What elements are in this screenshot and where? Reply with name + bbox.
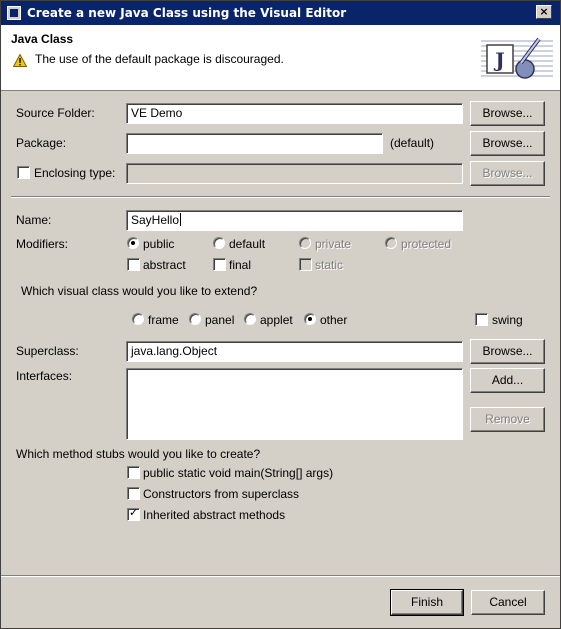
text-caret	[180, 213, 182, 226]
stub-constructors-label: Constructors from superclass	[143, 487, 300, 501]
warning-icon	[13, 54, 27, 67]
method-stubs-question: Which method stubs would you like to cre…	[16, 447, 261, 461]
modifier-default-radio[interactable]	[213, 237, 225, 249]
modifier-abstract-checkbox[interactable]	[127, 258, 140, 271]
radio-selected-dot	[131, 241, 135, 245]
visual-applet-radio[interactable]	[244, 313, 256, 325]
banner-title: Java Class	[11, 32, 74, 46]
cancel-button[interactable]: Cancel	[471, 590, 545, 615]
footer-separator	[1, 575, 560, 577]
source-folder-browse-button[interactable]: Browse...	[470, 101, 545, 126]
interfaces-list[interactable]	[126, 368, 463, 440]
modifier-default-label: default	[229, 237, 266, 251]
modifier-public-radio[interactable]	[127, 237, 139, 249]
visual-other-radio[interactable]	[304, 313, 316, 325]
source-folder-input[interactable]: VE Demo	[126, 103, 463, 124]
modifier-public-label: public	[143, 237, 175, 251]
interfaces-remove-button: Remove	[470, 407, 545, 432]
close-button[interactable]: ×	[536, 5, 552, 19]
wizard-icon-letter: J	[493, 48, 504, 72]
visual-class-question: Which visual class would you like to ext…	[21, 284, 258, 298]
stub-main-checkbox[interactable]	[127, 466, 140, 479]
visual-other-label: other	[320, 313, 348, 327]
visual-panel-radio[interactable]	[189, 313, 201, 325]
package-browse-button[interactable]: Browse...	[470, 131, 545, 156]
name-label: Name:	[16, 213, 52, 227]
visual-frame-radio[interactable]	[132, 313, 144, 325]
radio-selected-dot	[308, 317, 312, 321]
swing-label: swing	[492, 313, 523, 327]
modifier-private-radio	[299, 237, 311, 249]
superclass-label: Superclass:	[16, 344, 79, 358]
finish-button[interactable]: Finish	[390, 589, 464, 616]
modifier-protected-label: protected	[401, 237, 452, 251]
superclass-browse-button[interactable]: Browse...	[470, 339, 545, 364]
modifier-protected-radio	[385, 237, 397, 249]
modifier-static-checkbox	[299, 258, 312, 271]
checkmark-icon: ✓	[129, 507, 139, 519]
window-title: Create a new Java Class using the Visual…	[27, 6, 347, 20]
banner-message: The use of the default package is discou…	[35, 52, 284, 66]
modifier-abstract-label: abstract	[143, 258, 186, 272]
window-app-icon	[7, 6, 21, 20]
interfaces-label: Interfaces:	[16, 369, 73, 383]
modifiers-label: Modifiers:	[16, 237, 69, 251]
enclosing-type-label: Enclosing type:	[34, 166, 116, 180]
name-input-value: SayHello	[131, 213, 180, 227]
modifier-private-label: private	[315, 237, 352, 251]
superclass-input[interactable]: java.lang.Object	[126, 341, 463, 362]
java-class-wizard-icon: J	[481, 37, 553, 79]
package-label: Package:	[16, 136, 67, 150]
swing-checkbox[interactable]	[475, 313, 488, 326]
enclosing-type-input	[126, 163, 463, 184]
modifier-final-checkbox[interactable]	[213, 258, 226, 271]
separator	[11, 196, 550, 198]
name-input[interactable]: SayHello	[126, 210, 463, 231]
stub-main-label: public static void main(String[] args)	[143, 466, 334, 480]
visual-frame-label: frame	[148, 313, 179, 327]
stub-inherited-abstract-label: Inherited abstract methods	[143, 508, 286, 522]
package-input[interactable]	[126, 133, 383, 154]
stub-constructors-checkbox[interactable]	[127, 487, 140, 500]
modifier-final-label: final	[229, 258, 252, 272]
modifier-static-label: static	[315, 258, 344, 272]
stub-inherited-abstract-checkbox[interactable]: ✓	[127, 507, 140, 521]
package-default-hint: (default)	[390, 136, 435, 150]
visual-applet-label: applet	[260, 313, 293, 327]
visual-panel-label: panel	[205, 313, 235, 327]
interfaces-add-button[interactable]: Add...	[470, 368, 545, 393]
dialog-window: Create a new Java Class using the Visual…	[0, 0, 561, 629]
source-folder-label: Source Folder:	[16, 106, 95, 120]
title-bar[interactable]: Create a new Java Class using the Visual…	[1, 1, 560, 25]
enclosing-type-checkbox[interactable]	[17, 166, 30, 179]
enclosing-type-browse-button: Browse...	[470, 161, 545, 186]
wizard-banner: Java Class The use of the default packag…	[1, 25, 560, 91]
